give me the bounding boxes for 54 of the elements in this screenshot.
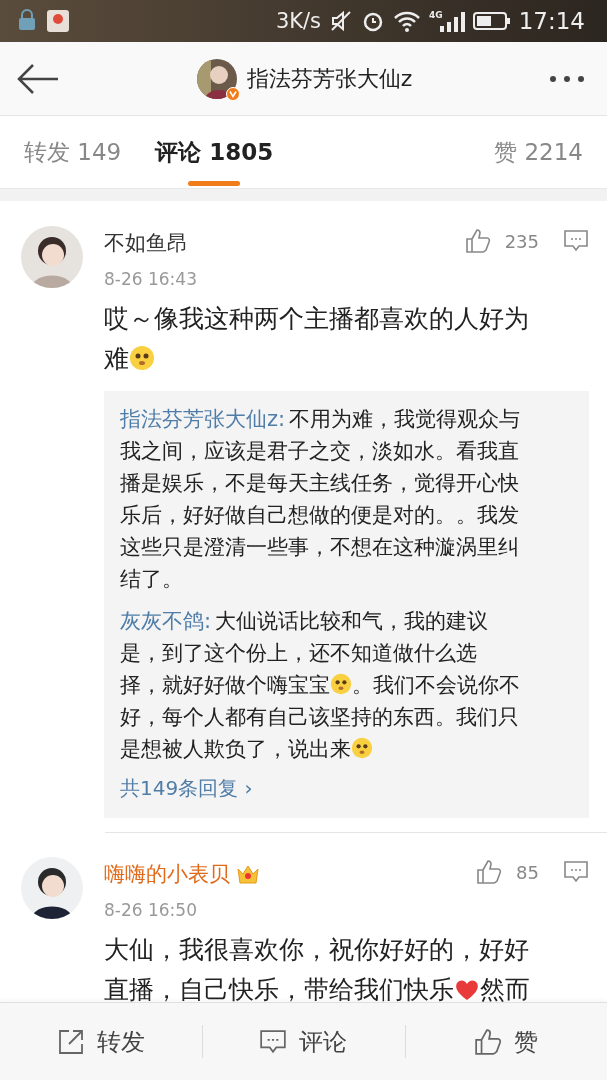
reply-text: 择，就好好做个嗨宝宝	[120, 672, 330, 699]
mute-icon	[329, 9, 354, 33]
comment-icon[interactable]	[563, 860, 589, 884]
more-replies-link[interactable]: 共149条回复 ›	[120, 776, 253, 800]
comment-text: 直播，自己快乐，带给我们快乐	[104, 974, 454, 1002]
comment-text: 大仙，我很喜欢你，祝你好好的，好好	[104, 934, 529, 966]
like-icon[interactable]	[464, 228, 491, 254]
comment-icon[interactable]	[563, 229, 589, 253]
reply-text: 我之间，应该是君子之交，淡如水。看我直	[120, 438, 519, 465]
comment-text: 难	[104, 343, 129, 375]
heart-icon	[454, 978, 480, 1002]
reply-text: 是想被人欺负了，说出来	[120, 736, 351, 763]
share-icon	[57, 1027, 86, 1056]
tab[interactable]: 转发 149	[24, 116, 122, 188]
emoji-icon	[330, 673, 352, 695]
like-count: 85	[516, 861, 539, 883]
wifi-icon	[393, 9, 422, 33]
network-type: 4G	[429, 10, 443, 20]
user-name[interactable]: 不如鱼昂	[104, 229, 188, 257]
network-speed: 3K/s	[275, 9, 322, 33]
page-title: 指法芬芳张大仙z	[246, 64, 413, 93]
comment-text: 然而	[480, 974, 530, 1002]
reply-author[interactable]: 指法芬芳张大仙z:	[120, 403, 286, 435]
like-count: 235	[504, 230, 539, 252]
back-icon[interactable]	[16, 62, 60, 95]
user-name[interactable]: 嗨嗨的小表贝	[104, 860, 230, 888]
comment-text: 哎～像我这种两个主播都喜欢的人好为	[104, 303, 529, 335]
comment-icon	[259, 1028, 288, 1055]
reply-text: 。我们不会说你不	[352, 672, 520, 699]
tab[interactable]: 赞 2214	[494, 116, 583, 188]
reply-text: 大仙说话比较和气，我的建议	[215, 608, 489, 635]
tab[interactable]: 评论 1805	[155, 116, 274, 188]
reply-text: 结了。	[120, 566, 183, 593]
like-icon	[473, 1027, 502, 1056]
clock: 17:14	[518, 8, 585, 34]
reply-text: 乐后，好好做自己想做的便是对的。。我发	[120, 502, 519, 529]
reply-text: 好，每个人都有自己该坚持的东西。我们只	[120, 704, 519, 731]
reply-text: 播是娱乐，不是每天主线任务，觉得开心快	[120, 470, 519, 497]
comment-time: 8-26 16:43	[104, 269, 197, 289]
toolbar-button[interactable]: 赞	[404, 1003, 607, 1080]
verified-badge-icon	[225, 86, 240, 101]
reply-text: 是，到了这个份上，还不知道做什么选	[120, 640, 477, 667]
toolbar-button[interactable]: 评论	[202, 1003, 405, 1080]
emoji-icon	[351, 737, 373, 759]
comment-time: 8-26 16:50	[104, 900, 198, 920]
emoji-icon	[129, 345, 155, 371]
reply-author[interactable]: 灰灰不鸽:	[120, 605, 212, 637]
crown-icon	[236, 863, 260, 885]
battery-icon	[472, 11, 511, 31]
reply-text: 这些只是澄清一些事，不想在这种漩涡里纠	[120, 534, 519, 561]
more-icon[interactable]	[549, 74, 585, 83]
reply-text: 不用为难，我觉得观众与	[289, 406, 521, 433]
toolbar-button[interactable]: 转发	[0, 1003, 203, 1080]
like-icon[interactable]	[476, 859, 503, 885]
